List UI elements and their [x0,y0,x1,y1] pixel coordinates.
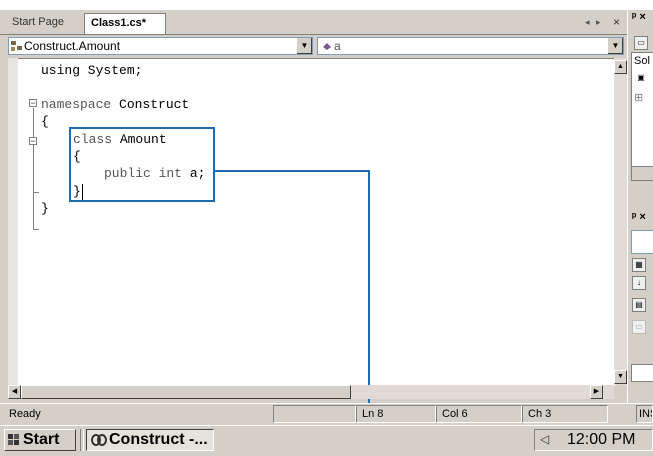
tab-class1-cs[interactable]: Class1.cs* [84,13,166,34]
chevron-down-icon[interactable]: ▼ [607,38,623,54]
alphabetical-icon[interactable]: ↓ [632,276,646,290]
scroll-up-icon[interactable]: ▲ [614,60,627,74]
type-combo-value: Construct.Amount [24,39,121,53]
collapse-namespace-icon[interactable]: − [29,99,37,108]
panel-hscroll[interactable] [631,166,653,181]
class-icon [11,41,22,51]
properties-toolbar-icon[interactable]: ▭ [634,36,648,50]
tree-expander-icon[interactable]: ⊞ [634,91,643,104]
status-column: Col 6 [436,405,522,423]
properties-grid[interactable] [631,364,653,382]
solution-root-label[interactable]: Sol [634,55,650,67]
panel-tab-strip[interactable] [631,182,653,204]
status-message: Ready [9,408,41,420]
vertical-scrollbar[interactable]: ▲ ▼ [614,58,627,385]
categorized-icon[interactable]: ▦ [632,258,646,272]
indicator-margin [8,58,18,385]
status-insert-mode: INS [636,405,653,423]
outline-line [33,108,34,230]
taskbar-separator [80,429,84,451]
field-icon [323,43,331,50]
properties-page-icon[interactable]: ▤ [632,298,646,312]
scroll-down-icon[interactable]: ▼ [614,370,627,384]
tab-start-page[interactable]: Start Page [6,13,86,33]
member-combo-value: a [334,39,341,53]
property-pages-icon[interactable]: ▭ [632,320,646,334]
callout-leader-line [215,170,370,172]
visual-studio-icon [91,434,107,446]
type-navigation-combo[interactable]: Construct.Amount ▼ [8,37,313,55]
document-tab-bar: Start Page Class1.cs* ◂ ▸ × [0,10,627,35]
callout-highlight-box [69,127,215,202]
status-line: Ln 8 [356,405,436,423]
panel-pin-close-icon[interactable]: ᵖ × [632,11,646,23]
horizontal-scroll-thumb[interactable] [21,385,351,399]
status-char: Ch 3 [522,405,608,423]
windows-logo-icon [8,434,19,445]
outline-line [33,229,39,230]
collapse-class-icon[interactable]: − [29,137,37,146]
properties-object-combo[interactable] [631,230,653,254]
outline-line [33,192,39,193]
identifier: Construct [111,97,190,112]
chevron-down-icon[interactable]: ▼ [296,38,312,54]
clock: 12:00 PM [567,431,636,448]
speaker-icon[interactable]: ◁ [540,432,549,446]
keyword: namespace [41,97,112,112]
member-navigation-combo[interactable]: a ▼ [317,37,624,55]
status-empty-panel [273,405,356,423]
solution-icon: ▣ [637,73,645,82]
code-line-1: using System; [41,63,143,78]
close-document-icon[interactable]: × [613,15,620,29]
code-line-2: namespace Construct [41,97,189,112]
code-line-3: { [41,114,49,129]
tab-scroll-arrows-icon[interactable]: ◂ ▸ [585,17,603,28]
scroll-right-icon[interactable]: ▶ [590,385,603,399]
panel-pin-close-icon[interactable]: ᵖ × [632,211,646,223]
scroll-left-icon[interactable]: ◀ [8,385,21,399]
title-strip [0,0,653,10]
code-line-8: } [41,201,49,216]
